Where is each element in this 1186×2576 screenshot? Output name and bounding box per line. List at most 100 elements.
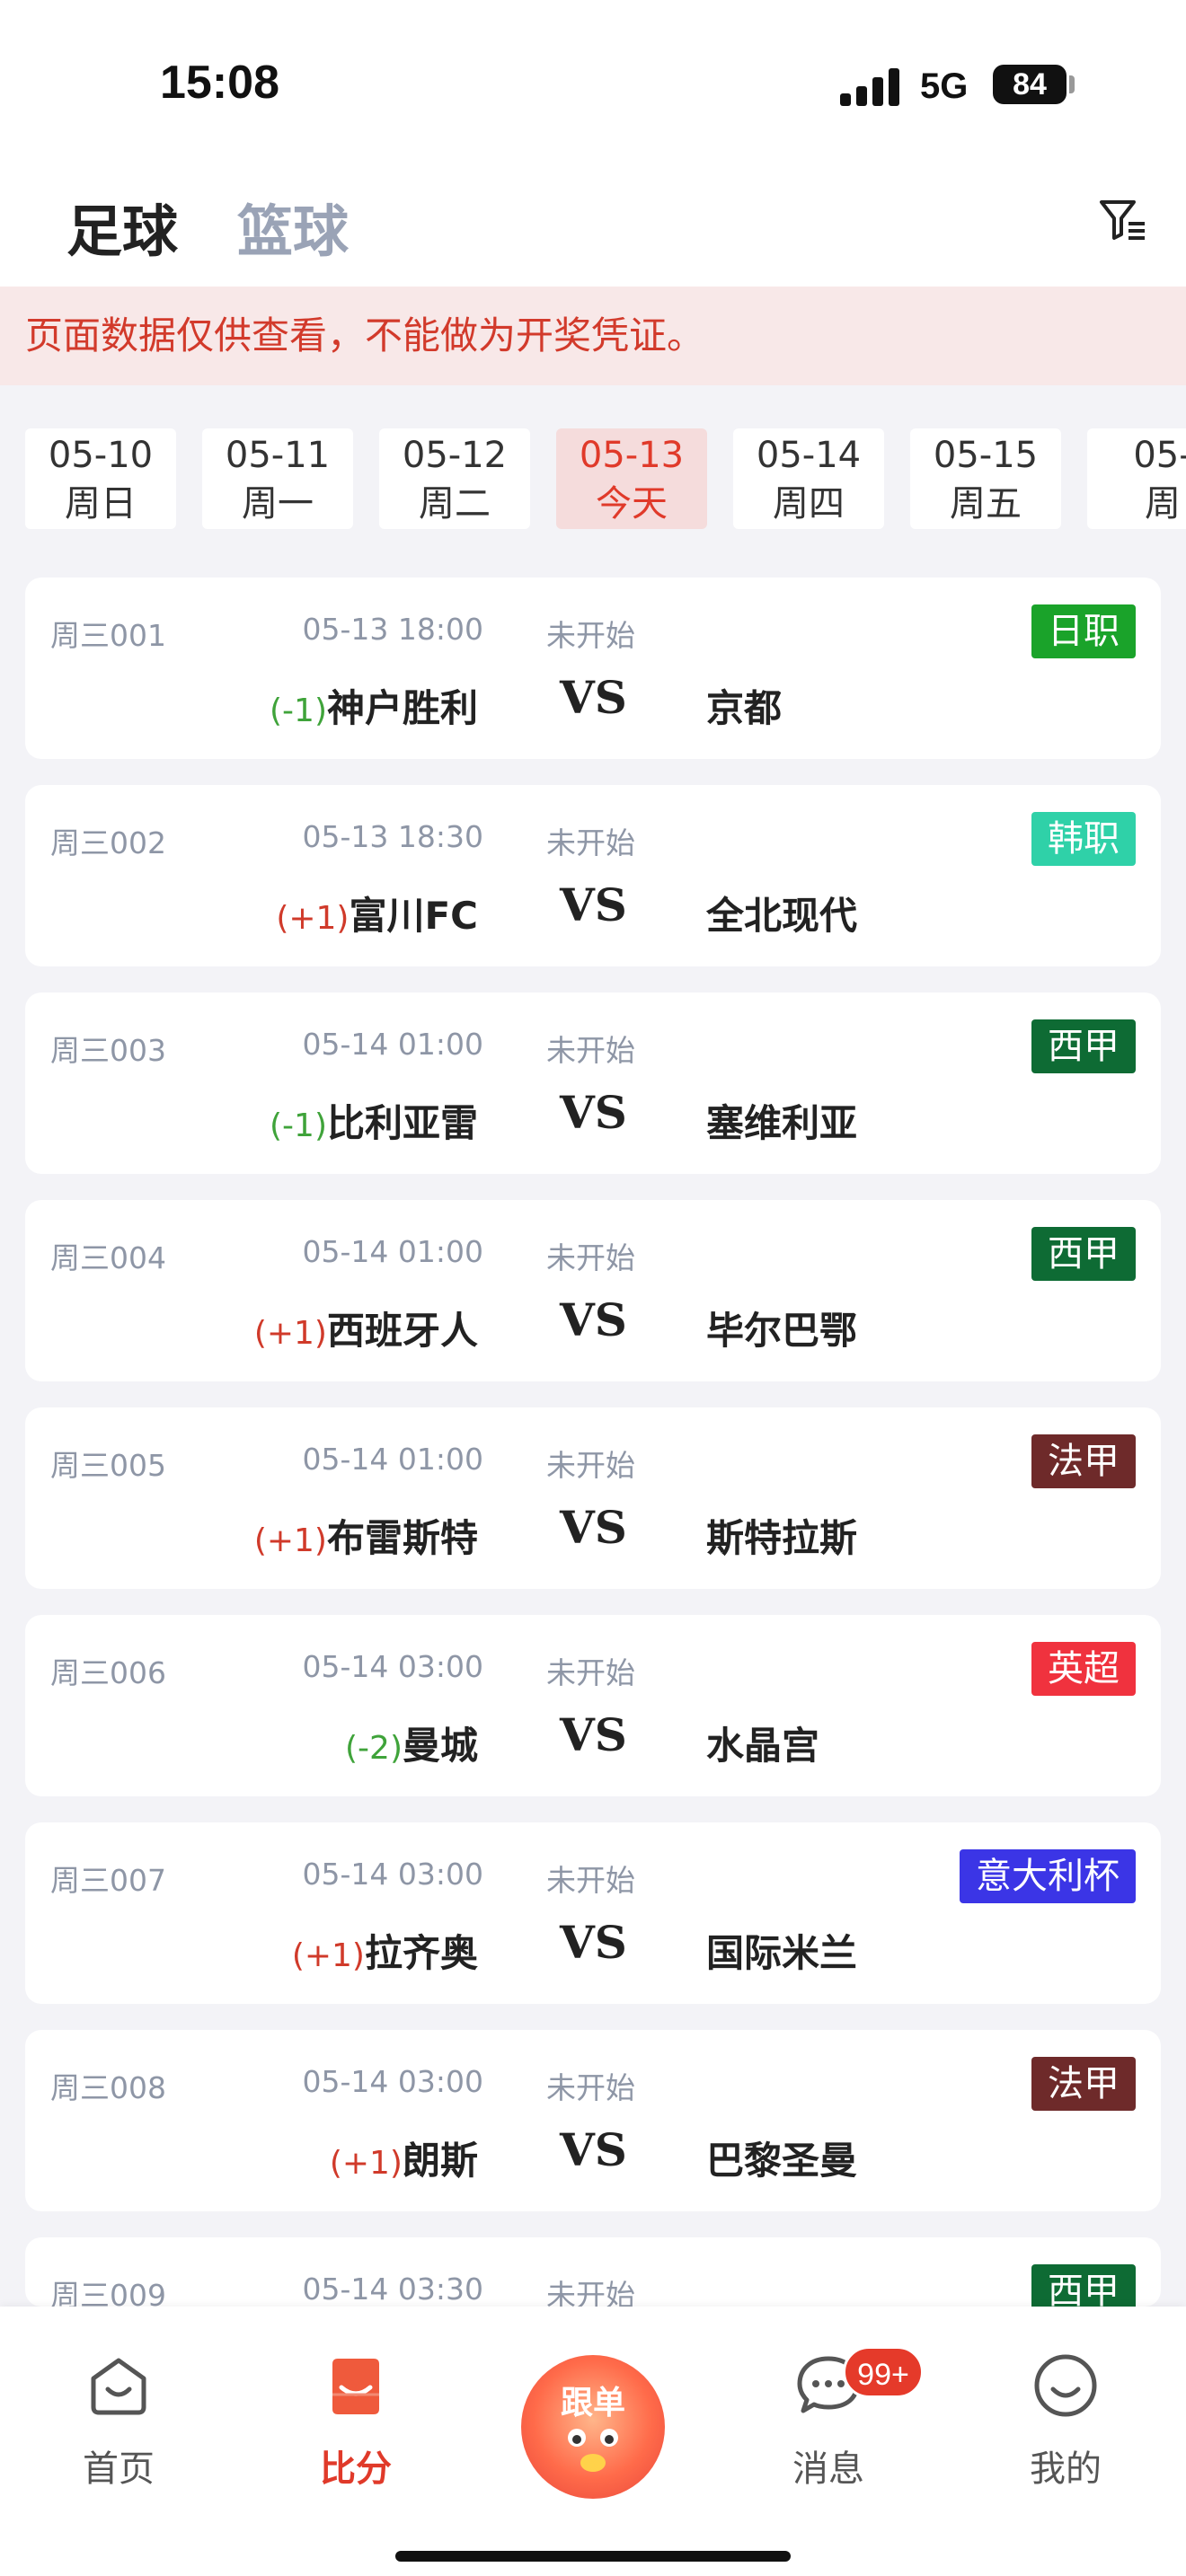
match-card[interactable]: 周三002 05-13 18:30 未开始 韩职 (+1)富川FC VS 全北现代 xyxy=(25,785,1161,966)
date-label: 05-13 xyxy=(579,435,685,476)
handicap: (+1) xyxy=(291,1937,365,1974)
weekday-label: 周一 xyxy=(242,483,314,525)
match-status: 未开始 xyxy=(546,1863,635,1898)
match-card[interactable]: 周三006 05-14 03:00 未开始 英超 (-2)曼城 VS 水晶宫 xyxy=(25,1615,1161,1796)
notice-banner: 页面数据仅供查看，不能做为开奖凭证。 xyxy=(0,287,1186,385)
date-label: 05-10 xyxy=(48,435,154,476)
date-tab[interactable]: 05-10 周日 xyxy=(25,428,176,529)
league-badge: 西甲 xyxy=(1031,1019,1136,1073)
league-badge: 西甲 xyxy=(1031,2264,1136,2307)
tab-football[interactable]: 足球 xyxy=(66,186,178,267)
status-time: 15:08 xyxy=(160,57,279,109)
home-team: (+1)布雷斯特 xyxy=(25,1508,478,1563)
home-team-name: 朗斯 xyxy=(402,2139,478,2183)
handicap: (-2) xyxy=(345,1730,403,1767)
match-status: 未开始 xyxy=(546,825,635,860)
date-tab[interactable]: 05- 周 xyxy=(1087,428,1186,529)
match-time: 05-14 03:30 xyxy=(302,2272,483,2307)
vs-label: VS xyxy=(560,878,627,931)
nav-messages-label: 消息 xyxy=(792,2448,864,2490)
home-icon xyxy=(91,2358,146,2415)
date-tab[interactable]: 05-13 今天 xyxy=(556,428,707,529)
date-tab[interactable]: 05-12 周二 xyxy=(379,428,530,529)
match-card[interactable]: 周三001 05-13 18:00 未开始 日职 (-1)神户胜利 VS 京都 xyxy=(25,578,1161,759)
home-team: (-1)神户胜利 xyxy=(25,678,478,733)
battery-icon: 84 xyxy=(993,65,1067,104)
match-card[interactable]: 周三003 05-14 01:00 未开始 西甲 (-1)比利亚雷 VS 塞维利亚 xyxy=(25,992,1161,1174)
vs-label: VS xyxy=(560,2123,627,2176)
mascot-icon xyxy=(568,2429,618,2472)
match-status: 未开始 xyxy=(546,1655,635,1690)
score-icon xyxy=(332,2359,379,2414)
date-tab[interactable]: 05-15 周五 xyxy=(910,428,1061,529)
match-time: 05-14 01:00 xyxy=(302,1234,483,1269)
vs-label: VS xyxy=(560,1501,627,1554)
match-status: 未开始 xyxy=(546,618,635,653)
league-badge: 日职 xyxy=(1031,604,1136,658)
sport-header: 足球 篮球 xyxy=(0,166,1186,287)
home-team-name: 富川FC xyxy=(349,894,478,938)
weekday-label: 周 xyxy=(1145,483,1181,525)
match-time: 05-14 03:00 xyxy=(302,1649,483,1684)
match-status: 未开始 xyxy=(546,1448,635,1483)
match-card[interactable]: 周三008 05-14 03:00 未开始 法甲 (+1)朗斯 VS 巴黎圣曼 xyxy=(25,2030,1161,2211)
date-tab[interactable]: 05-14 周四 xyxy=(733,428,884,529)
date-label: 05-12 xyxy=(402,435,508,476)
vs-label: VS xyxy=(560,671,627,724)
away-team-name: 全北现代 xyxy=(706,894,858,938)
league-badge: 韩职 xyxy=(1031,812,1136,866)
away-team-name: 斯特拉斯 xyxy=(706,1516,858,1560)
nav-home-label: 首页 xyxy=(83,2448,155,2490)
match-card[interactable]: 周三007 05-14 03:00 未开始 意大利杯 (+1)拉齐奥 VS 国际米兰 xyxy=(25,1822,1161,2004)
follow-order-button[interactable]: 跟单 xyxy=(521,2355,665,2499)
weekday-label: 周二 xyxy=(419,483,491,525)
match-status: 未开始 xyxy=(546,1240,635,1275)
date-label: 05- xyxy=(1133,435,1186,476)
match-status: 未开始 xyxy=(546,1033,635,1068)
home-team: (+1)拉齐奥 xyxy=(25,1923,478,1978)
home-team-name: 布雷斯特 xyxy=(326,1516,478,1560)
vs-label: VS xyxy=(560,1916,627,1969)
home-team-name: 神户胜利 xyxy=(326,686,478,730)
match-time: 05-14 01:00 xyxy=(302,1027,483,1062)
handicap: (-1) xyxy=(270,693,327,729)
match-card[interactable]: 周三004 05-14 01:00 未开始 西甲 (+1)西班牙人 VS 毕尔巴鄂 xyxy=(25,1200,1161,1381)
home-team-name: 拉齐奥 xyxy=(364,1931,478,1975)
match-time: 05-14 01:00 xyxy=(302,1442,483,1477)
match-card[interactable]: 周三005 05-14 01:00 未开始 法甲 (+1)布雷斯特 VS 斯特拉斯 xyxy=(25,1407,1161,1589)
home-team-name: 比利亚雷 xyxy=(326,1101,478,1145)
away-team-name: 国际米兰 xyxy=(706,1931,858,1975)
match-time: 05-13 18:00 xyxy=(302,612,483,647)
away-team-name: 水晶宫 xyxy=(706,1724,820,1768)
home-team: (-2)曼城 xyxy=(25,1716,478,1770)
away-team-name: 京都 xyxy=(706,686,783,730)
match-time: 05-14 03:00 xyxy=(302,2064,483,2099)
handicap: (+1) xyxy=(329,2145,403,2182)
league-badge: 英超 xyxy=(1031,1642,1136,1696)
status-bar: 15:08 5G 84 xyxy=(0,0,1186,166)
home-team: (+1)朗斯 xyxy=(25,2130,478,2185)
date-tab[interactable]: 05-11 周一 xyxy=(202,428,353,529)
handicap: (+1) xyxy=(253,1522,327,1559)
nav-score-label: 比分 xyxy=(320,2448,392,2490)
home-team: (+1)富川FC xyxy=(25,886,478,940)
vs-label: VS xyxy=(560,1708,627,1761)
match-card[interactable]: 周三009 05-14 03:30 未开始 西甲 xyxy=(25,2237,1161,2307)
league-badge: 法甲 xyxy=(1031,1434,1136,1488)
away-team-name: 巴黎圣曼 xyxy=(706,2139,858,2183)
message-badge: 99+ xyxy=(843,2346,924,2398)
tab-basketball[interactable]: 篮球 xyxy=(237,186,349,267)
nav-mine-label: 我的 xyxy=(1030,2448,1102,2490)
match-time: 05-13 18:30 xyxy=(302,819,483,854)
home-team-name: 曼城 xyxy=(402,1724,478,1768)
vs-label: VS xyxy=(560,1086,627,1139)
battery-tip xyxy=(1069,75,1075,93)
weekday-label: 周四 xyxy=(773,483,845,525)
league-badge: 西甲 xyxy=(1031,1227,1136,1281)
filter-icon[interactable] xyxy=(1098,195,1148,245)
match-status: 未开始 xyxy=(546,2070,635,2105)
home-team: (-1)比利亚雷 xyxy=(25,1093,478,1148)
weekday-label: 今天 xyxy=(596,483,668,525)
handicap: (+1) xyxy=(276,900,350,937)
date-label: 05-11 xyxy=(225,435,331,476)
